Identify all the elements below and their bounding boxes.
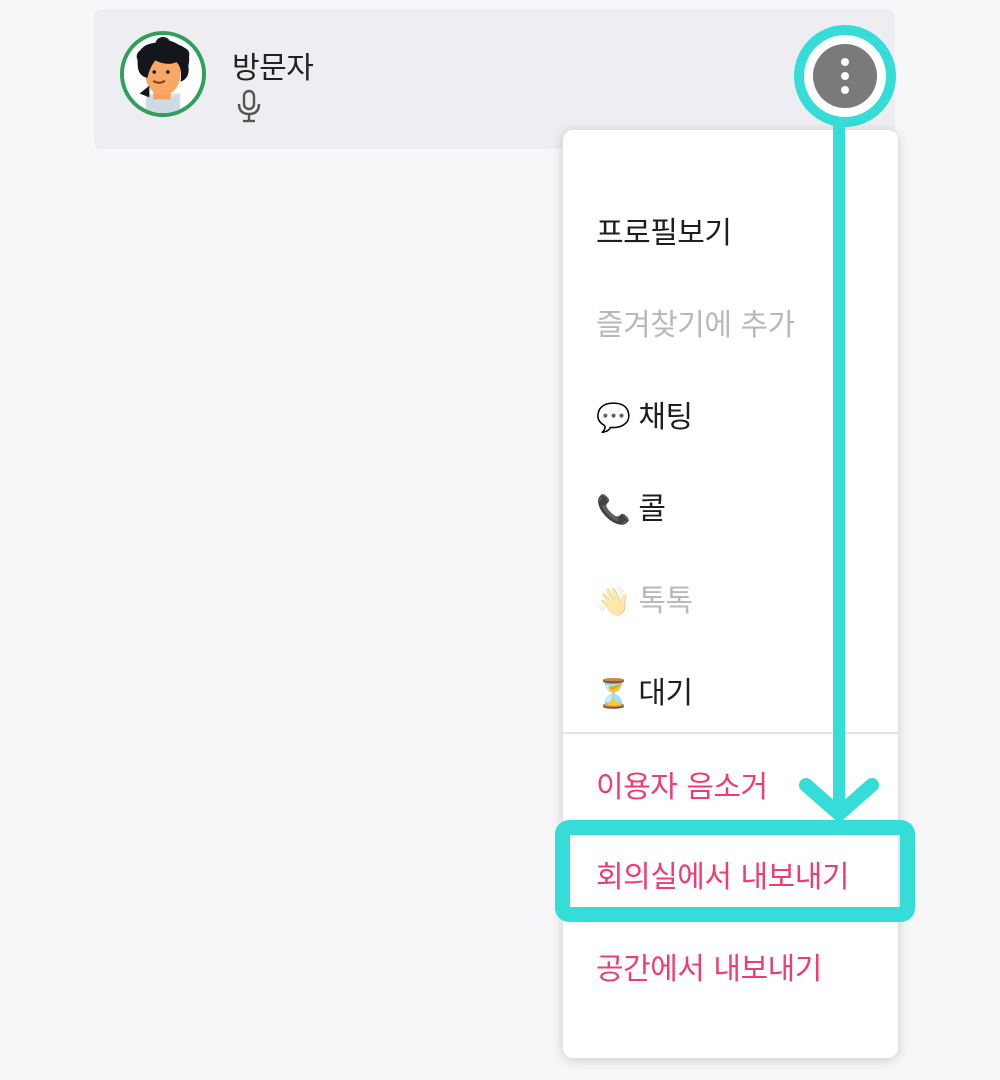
menu-divider bbox=[563, 732, 898, 734]
cartoon-face-avatar-icon bbox=[124, 35, 202, 113]
waving-hand-icon: 👋 bbox=[596, 585, 631, 618]
microphone-icon bbox=[237, 89, 261, 123]
menu-item-chat[interactable]: 💬 채팅 bbox=[596, 392, 693, 436]
menu-item-mute-user[interactable]: 이용자 음소거 bbox=[596, 762, 768, 806]
more-button-highlight bbox=[794, 25, 896, 127]
menu-item-wait[interactable]: ⏳ 대기 bbox=[596, 668, 693, 712]
phone-icon: 📞 bbox=[596, 493, 631, 526]
menu-item-knock[interactable]: 👋 톡톡 bbox=[596, 576, 693, 620]
menu-item-add-favorite[interactable]: 즐겨찾기에 추가 bbox=[596, 300, 795, 344]
menu-item-call[interactable]: 📞 콜 bbox=[596, 484, 666, 528]
more-options-button[interactable] bbox=[813, 44, 877, 108]
avatar bbox=[120, 31, 206, 117]
vertical-dots-icon bbox=[841, 58, 849, 66]
hourglass-icon: ⏳ bbox=[596, 677, 631, 710]
speech-bubble-icon: 💬 bbox=[596, 401, 631, 434]
participant-name: 방문자 bbox=[232, 51, 314, 86]
participant-card: 방문자 bbox=[94, 9, 895, 149]
menu-item-remove-from-space[interactable]: 공간에서 내보내기 bbox=[596, 944, 822, 988]
highlight-box bbox=[555, 820, 915, 922]
menu-item-view-profile[interactable]: 프로필보기 bbox=[596, 208, 732, 252]
